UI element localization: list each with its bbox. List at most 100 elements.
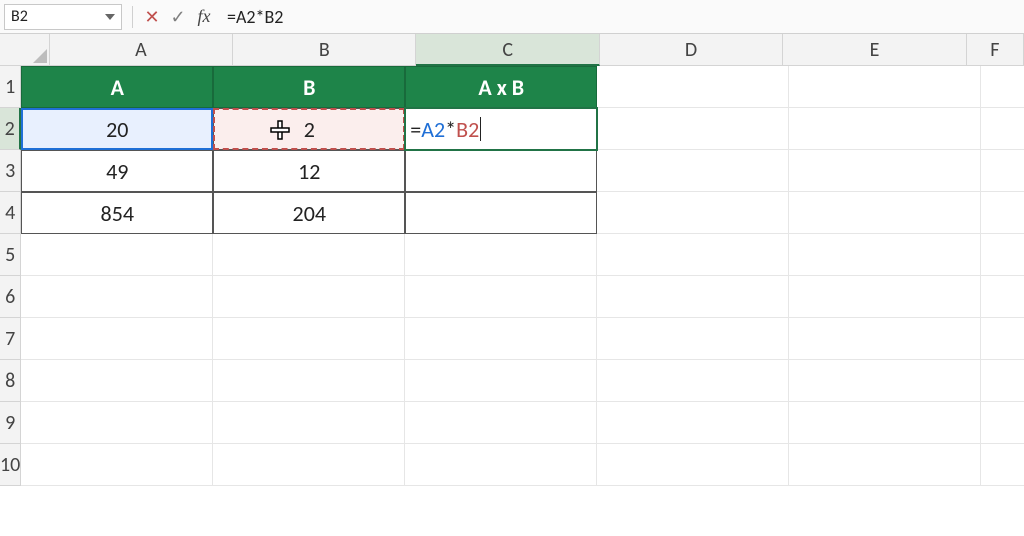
text-cursor-icon [480,117,481,141]
accept-button[interactable]: ✓ [167,6,189,28]
cell-F8[interactable] [981,360,1024,402]
cell-D7[interactable] [597,318,789,360]
cell-D1[interactable] [597,66,789,108]
formula-bar: B2 ✕ ✓ fx =A2*B2 [0,0,1024,34]
cell-B7[interactable] [213,318,405,360]
row-header-9[interactable]: 9 [0,402,21,444]
selection-cursor-icon [269,119,291,141]
row-header-10[interactable]: 10 [0,444,21,486]
select-all-corner[interactable] [0,34,50,66]
cell-D3[interactable] [597,150,789,192]
column-headers: A B C D E F [0,34,1024,66]
cell-E6[interactable] [789,276,981,318]
cell-B5[interactable] [213,234,405,276]
cell-A5[interactable] [21,234,213,276]
cell-C10[interactable] [405,444,597,486]
cell-F10[interactable] [981,444,1024,486]
row-header-2[interactable]: 2 [0,108,21,150]
formula-equals: = [410,116,421,143]
cell-A7[interactable] [21,318,213,360]
cell-E9[interactable] [789,402,981,444]
fx-icon: fx [198,6,211,27]
cell-B10[interactable] [213,444,405,486]
cell-B9[interactable] [213,402,405,444]
cell-C7[interactable] [405,318,597,360]
row-header-1[interactable]: 1 [0,66,21,108]
formula-operator: * [445,116,456,143]
cell-F1[interactable] [981,66,1024,108]
cell-F3[interactable] [981,150,1024,192]
cell-B1[interactable]: B [213,66,405,108]
cell-area: A B A x B 20 2 [21,66,1024,486]
cell-F6[interactable] [981,276,1024,318]
cell-B2[interactable]: 2 [213,108,405,150]
row-header-7[interactable]: 7 [0,318,21,360]
cell-E3[interactable] [789,150,981,192]
cell-C9[interactable] [405,402,597,444]
insert-function-button[interactable]: fx [193,6,215,28]
cell-E4[interactable] [789,192,981,234]
cancel-button[interactable]: ✕ [141,6,163,28]
formula-ref-B2: B2 [456,116,479,143]
cell-C3[interactable] [405,150,597,192]
cell-B4[interactable]: 204 [213,192,405,234]
row-header-6[interactable]: 6 [0,276,21,318]
cell-A9[interactable] [21,402,213,444]
cell-C8[interactable] [405,360,597,402]
row-header-4[interactable]: 4 [0,192,21,234]
row-header-5[interactable]: 5 [0,234,21,276]
cell-B3[interactable]: 12 [213,150,405,192]
cell-D6[interactable] [597,276,789,318]
cell-A4[interactable]: 854 [21,192,213,234]
cell-F5[interactable] [981,234,1024,276]
cell-C1[interactable]: A x B [405,66,597,108]
column-header-F[interactable]: F [967,34,1024,66]
check-icon: ✓ [170,6,185,28]
cell-C6[interactable] [405,276,597,318]
cell-B6[interactable] [213,276,405,318]
cell-C4[interactable] [405,192,597,234]
cell-A2[interactable]: 20 [21,108,213,150]
column-header-D[interactable]: D [600,34,783,66]
cell-B8[interactable] [213,360,405,402]
row-header-3[interactable]: 3 [0,150,21,192]
name-box-value: B2 [11,7,28,26]
cell-D2[interactable] [597,108,789,150]
cell-A1[interactable]: A [21,66,213,108]
cell-C2-editing[interactable]: = A2 * B2 [405,108,597,150]
column-header-C[interactable]: C [416,34,599,66]
cell-E1[interactable] [789,66,981,108]
cell-A10[interactable] [21,444,213,486]
column-header-B[interactable]: B [233,34,416,66]
cell-F4[interactable] [981,192,1024,234]
cell-E8[interactable] [789,360,981,402]
cell-D5[interactable] [597,234,789,276]
chevron-down-icon [105,14,115,20]
cell-E10[interactable] [789,444,981,486]
cell-D9[interactable] [597,402,789,444]
cell-F9[interactable] [981,402,1024,444]
cell-D4[interactable] [597,192,789,234]
name-box[interactable]: B2 [4,4,122,30]
cell-C5[interactable] [405,234,597,276]
cell-E7[interactable] [789,318,981,360]
cell-F2[interactable] [981,108,1024,150]
cell-B2-value: 2 [304,116,315,143]
cell-E5[interactable] [789,234,981,276]
cell-E2[interactable] [789,108,981,150]
column-header-A[interactable]: A [50,34,233,66]
spreadsheet-grid: A B C D E F 1 2 3 4 5 6 7 8 9 10 A B A x… [0,34,1024,536]
close-icon: ✕ [144,6,159,28]
formula-input[interactable]: =A2*B2 [217,4,1024,30]
cell-A6[interactable] [21,276,213,318]
cell-D10[interactable] [597,444,789,486]
cell-A3[interactable]: 49 [21,150,213,192]
row-headers: 1 2 3 4 5 6 7 8 9 10 [0,66,21,486]
row-header-8[interactable]: 8 [0,360,21,402]
column-header-E[interactable]: E [783,34,966,66]
separator [132,6,133,28]
cell-F7[interactable] [981,318,1024,360]
cell-A8[interactable] [21,360,213,402]
cell-D8[interactable] [597,360,789,402]
formula-text: =A2*B2 [227,6,283,28]
